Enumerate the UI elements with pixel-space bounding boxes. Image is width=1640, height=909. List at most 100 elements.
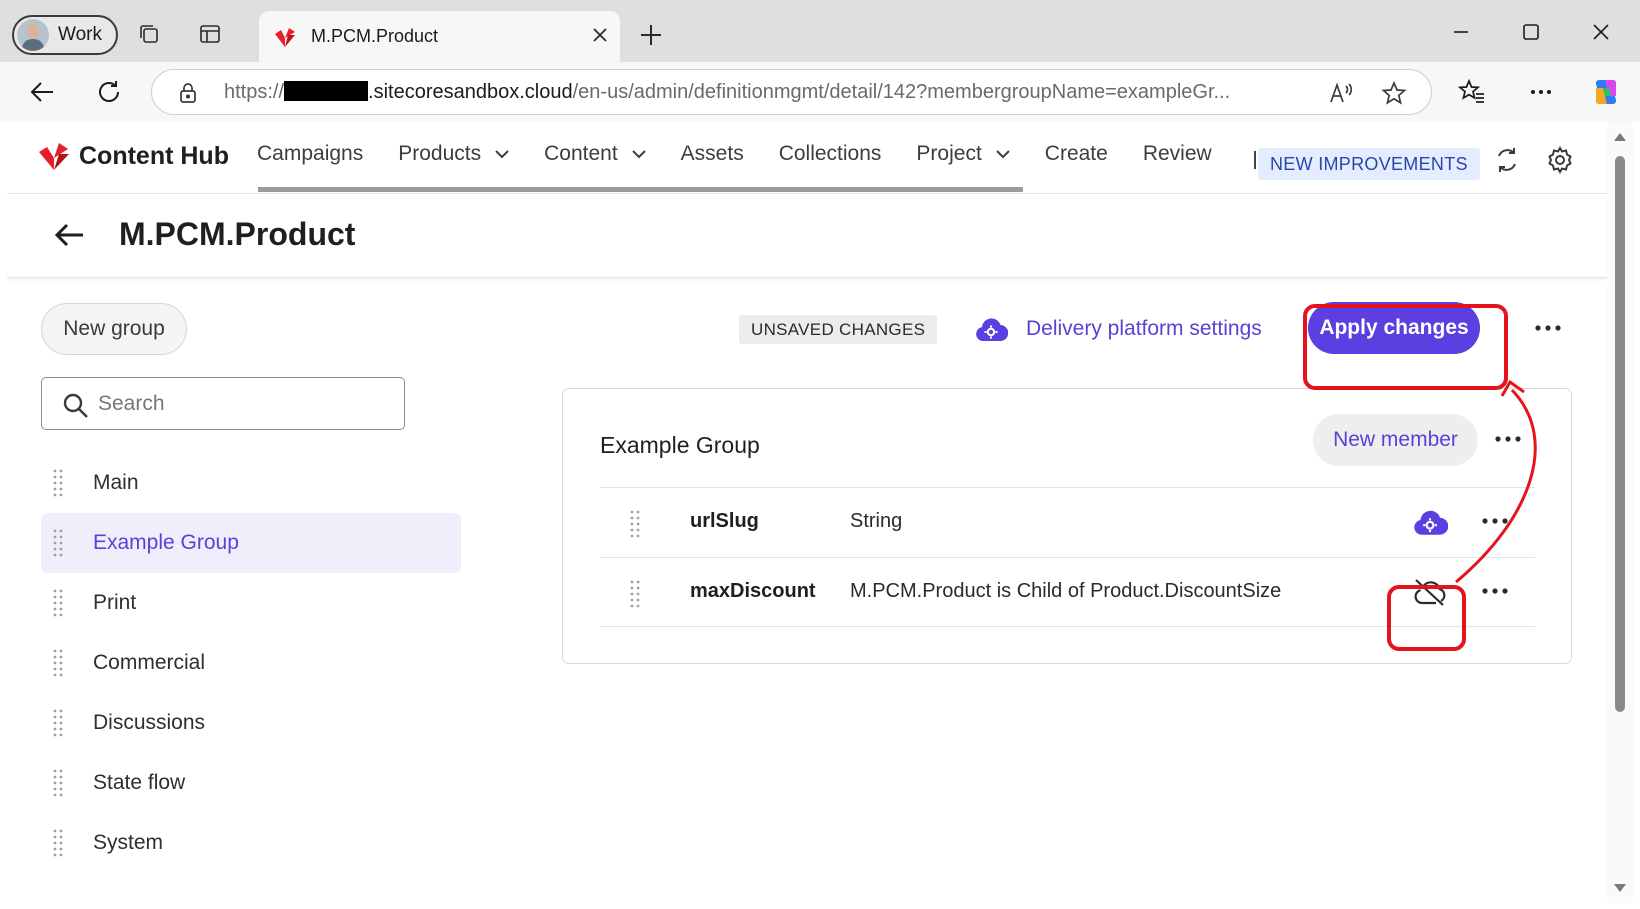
group-item-system[interactable]: System xyxy=(41,813,461,873)
member-more-options-icon[interactable] xyxy=(1480,516,1510,526)
nav-products[interactable]: Products xyxy=(398,142,509,166)
refresh-sync-icon[interactable] xyxy=(1492,145,1522,175)
page-scrollbar[interactable] xyxy=(1607,122,1633,903)
nav-scroll-indicator xyxy=(258,187,1023,192)
group-label: State flow xyxy=(93,771,186,794)
brand-name: Content Hub xyxy=(79,141,229,170)
minimize-icon[interactable] xyxy=(1449,20,1473,44)
nav-campaigns[interactable]: Campaigns xyxy=(257,142,363,166)
member-name: maxDiscount xyxy=(690,580,816,602)
read-aloud-icon[interactable] xyxy=(1329,81,1355,105)
url-path: /en-us/admin/definitionmgmt/detail/142?m… xyxy=(572,81,1231,103)
content-hub-favicon xyxy=(275,27,295,47)
nav-content[interactable]: Content xyxy=(544,142,646,166)
member-type: String xyxy=(850,510,903,532)
drag-handle-icon[interactable] xyxy=(53,469,63,497)
profile-label: Work xyxy=(58,24,102,45)
nav-assets[interactable]: Assets xyxy=(681,142,744,166)
group-item-print[interactable]: Print xyxy=(41,573,461,633)
nav-label: Create xyxy=(1044,142,1108,165)
drag-handle-icon[interactable] xyxy=(53,829,63,857)
chevron-down-icon xyxy=(495,149,509,158)
back-arrow-icon[interactable] xyxy=(53,221,85,249)
url-text[interactable]: https:// .sitecoresandbox.cloud/en-us/adm… xyxy=(224,81,1230,104)
search-box[interactable] xyxy=(41,377,405,430)
unsaved-changes-badge: UNSAVED CHANGES xyxy=(739,315,938,344)
nav-review[interactable]: Review xyxy=(1143,142,1212,166)
nav-label: Content xyxy=(544,142,618,165)
drag-handle-icon[interactable] xyxy=(630,510,640,538)
brand[interactable]: Content Hub xyxy=(37,141,229,171)
app-top-nav: Content Hub Campaigns Products Content A… xyxy=(7,122,1607,194)
back-icon[interactable] xyxy=(28,78,56,106)
group-label: Discussions xyxy=(93,711,206,734)
member-row-maxdiscount[interactable]: maxDiscount M.PCM.Product is Child of Pr… xyxy=(600,557,1535,627)
new-improvements-badge[interactable]: NEW IMPROVEMENTS xyxy=(1254,148,1480,180)
favorites-icon[interactable] xyxy=(1458,78,1486,106)
nav-collections[interactable]: Collections xyxy=(779,142,882,166)
redacted-subdomain xyxy=(284,81,369,101)
drag-handle-icon[interactable] xyxy=(53,649,63,677)
group-item-main[interactable]: Main xyxy=(41,453,461,513)
search-input[interactable] xyxy=(98,390,388,418)
group-more-options-icon[interactable] xyxy=(1493,434,1523,444)
url-host: .sitecoresandbox.cloud xyxy=(368,81,573,103)
address-bar[interactable]: https:// .sitecoresandbox.cloud/en-us/adm… xyxy=(151,69,1432,115)
member-more-options-icon[interactable] xyxy=(1480,586,1510,596)
content-hub-logo-icon xyxy=(39,143,69,170)
scroll-up-arrow-icon[interactable] xyxy=(1613,132,1627,142)
delivery-platform-settings-label: Delivery platform settings xyxy=(1026,317,1262,340)
maximize-icon[interactable] xyxy=(1519,20,1543,44)
group-list: Main Example Group Print Commercial Disc… xyxy=(41,453,461,873)
more-options-icon[interactable] xyxy=(1533,323,1563,333)
nav-label: Project xyxy=(916,142,982,165)
settings-more-icon[interactable] xyxy=(1527,78,1555,106)
new-tab-icon[interactable] xyxy=(638,22,664,48)
profile-button[interactable]: Work xyxy=(12,15,118,55)
group-card: Example Group New member urlSlug String … xyxy=(562,388,1572,664)
drag-handle-icon[interactable] xyxy=(53,769,63,797)
scrollbar-thumb[interactable] xyxy=(1615,156,1625,712)
gear-icon[interactable] xyxy=(1545,145,1575,175)
copilot-icon[interactable] xyxy=(1590,76,1622,108)
drag-handle-icon[interactable] xyxy=(53,709,63,737)
group-label: System xyxy=(93,831,164,854)
avatar xyxy=(17,19,49,51)
drag-handle-icon[interactable] xyxy=(630,580,640,608)
nav-label: Collections xyxy=(778,142,882,165)
nav-label: Review xyxy=(1142,142,1212,165)
search-icon xyxy=(63,393,88,418)
page-title: M.PCM.Product xyxy=(119,216,356,252)
refresh-icon[interactable] xyxy=(95,78,123,106)
new-group-button[interactable]: New group xyxy=(41,303,187,355)
main-menu: Campaigns Products Content Assets Collec… xyxy=(257,142,1247,166)
group-item-discussions[interactable]: Discussions xyxy=(41,693,461,753)
workspaces-icon[interactable] xyxy=(137,22,161,46)
delivery-platform-settings-link[interactable]: Delivery platform settings xyxy=(974,315,1262,343)
lock-icon[interactable] xyxy=(178,82,198,104)
close-window-icon[interactable] xyxy=(1589,20,1613,44)
cloud-settings-icon[interactable] xyxy=(1412,506,1448,538)
group-label: Example Group xyxy=(93,531,239,554)
nav-create[interactable]: Create xyxy=(1045,142,1108,166)
group-item-commercial[interactable]: Commercial xyxy=(41,633,461,693)
nav-project[interactable]: Project xyxy=(916,142,1010,166)
member-name: urlSlug xyxy=(690,510,759,532)
chevron-down-icon xyxy=(631,149,646,158)
new-member-button[interactable]: New member xyxy=(1313,414,1478,466)
browser-tab-active[interactable]: M.PCM.Product xyxy=(259,11,620,62)
close-tab-icon[interactable] xyxy=(590,25,610,45)
group-item-state-flow[interactable]: State flow xyxy=(41,753,461,813)
tab-title: M.PCM.Product xyxy=(311,26,439,46)
member-row-urlslug[interactable]: urlSlug String xyxy=(600,487,1535,557)
vertical-tabs-icon[interactable] xyxy=(198,22,222,46)
group-item-example-group[interactable]: Example Group xyxy=(41,513,461,573)
drag-handle-icon[interactable] xyxy=(53,589,63,617)
scroll-down-arrow-icon[interactable] xyxy=(1613,883,1627,893)
group-card-title: Example Group xyxy=(600,432,760,458)
favorite-star-icon[interactable] xyxy=(1381,81,1407,105)
drag-handle-icon[interactable] xyxy=(53,529,63,557)
cloud-off-icon[interactable] xyxy=(1412,576,1448,608)
member-type: M.PCM.Product is Child of Product.Discou… xyxy=(850,580,1282,602)
apply-changes-button[interactable]: Apply changes xyxy=(1308,302,1480,354)
